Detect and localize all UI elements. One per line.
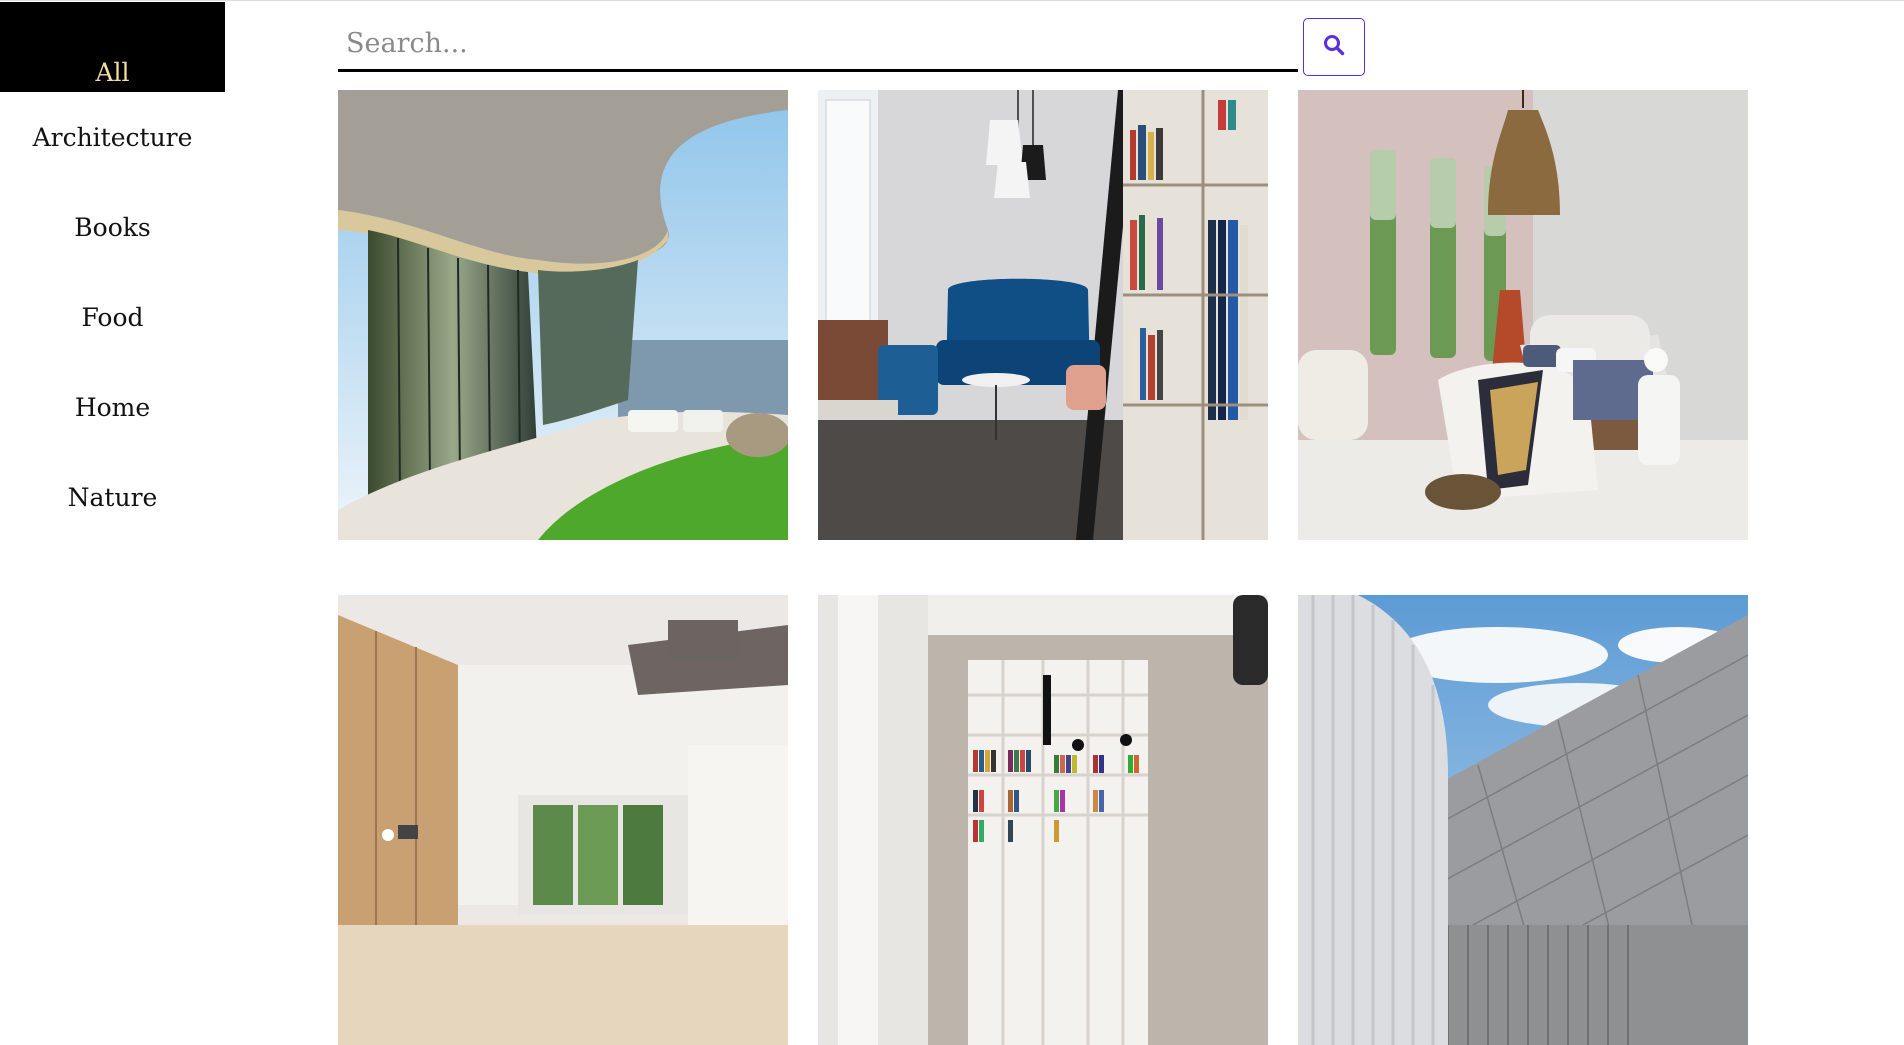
top-border	[0, 0, 1904, 1]
gallery-image-facade[interactable]	[1298, 595, 1748, 1045]
gallery-image-kitchen[interactable]	[338, 595, 788, 1045]
category-sidebar: All Architecture Books Food Home Nature	[0, 2, 225, 542]
gallery-image-bedroom[interactable]	[1298, 90, 1748, 540]
image-bedroom	[1298, 90, 1748, 540]
search-icon	[1323, 34, 1345, 60]
sidebar-item-all[interactable]: All	[0, 2, 225, 92]
gallery-image-library-lounge[interactable]	[818, 90, 1268, 540]
image-gallery	[338, 90, 1750, 1045]
sidebar-item-nature[interactable]: Nature	[0, 452, 225, 542]
search-input[interactable]	[338, 18, 1298, 69]
sidebar-item-home[interactable]: Home	[0, 362, 225, 452]
gallery-image-bookshelf[interactable]	[818, 595, 1268, 1045]
image-bookshelf	[818, 595, 1268, 1045]
image-facade	[1298, 595, 1748, 1045]
image-curved-glass-house	[338, 90, 788, 540]
search-bar	[338, 18, 1298, 72]
sidebar-item-architecture[interactable]: Architecture	[0, 92, 225, 182]
gallery-image-architecture[interactable]	[338, 90, 788, 540]
image-kitchen	[338, 595, 788, 1045]
sidebar-item-books[interactable]: Books	[0, 182, 225, 272]
image-library-lounge	[818, 90, 1268, 540]
search-button[interactable]	[1303, 18, 1365, 76]
sidebar-item-food[interactable]: Food	[0, 272, 225, 362]
